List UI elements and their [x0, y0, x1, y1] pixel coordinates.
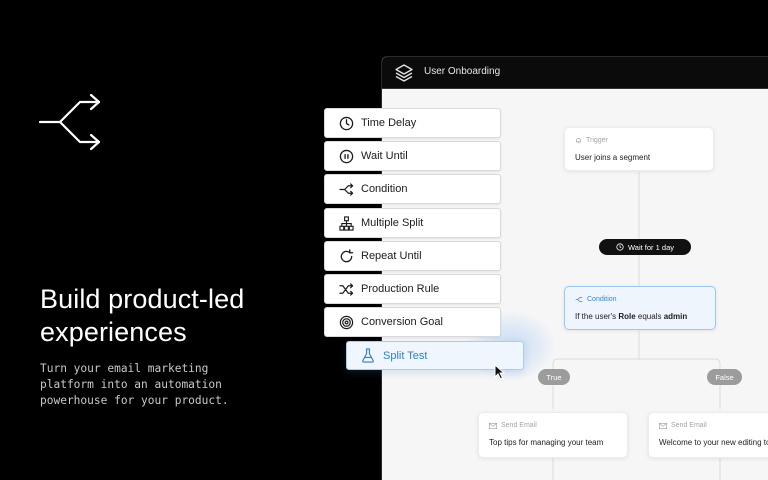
pause-circle-icon: [338, 148, 354, 164]
action-repeat-until[interactable]: Repeat Until: [324, 241, 501, 271]
hierarchy-icon: [338, 215, 354, 231]
shuffle-icon: [338, 281, 354, 297]
branch-true-pill: True: [538, 369, 570, 385]
branch-false-pill: False: [707, 369, 742, 385]
target-icon: [338, 314, 354, 330]
mouse-cursor-icon: [494, 364, 506, 380]
workflow-title: User Onboarding: [424, 66, 501, 77]
condition-operator: equals: [635, 312, 664, 321]
flask-icon: [360, 348, 376, 364]
mail-icon: [659, 422, 667, 429]
email-left-kicker: Send Email: [501, 422, 537, 429]
split-arrows-icon: [38, 94, 101, 151]
action-label: Repeat Until: [361, 250, 422, 262]
branch-false-label: False: [715, 372, 734, 382]
wait-delay-pill[interactable]: Wait for 1 day: [599, 239, 691, 255]
action-label: Split Test: [383, 349, 428, 362]
trigger-kicker: Trigger: [586, 137, 608, 144]
clock-icon: [338, 115, 354, 131]
bell-icon: [576, 138, 581, 144]
editor-titlebar: User Onboarding: [382, 57, 768, 89]
clock-icon: [616, 243, 624, 251]
branch-icon: [338, 181, 354, 197]
email-right-kicker: Send Email: [671, 422, 707, 429]
action-conversion-goal[interactable]: Conversion Goal: [324, 307, 501, 337]
branch-icon: [575, 297, 583, 302]
condition-text: If the user's Role equals admin: [575, 312, 687, 321]
action-time-delay[interactable]: Time Delay: [324, 108, 501, 138]
condition-kicker: Condition: [587, 296, 617, 303]
action-wait-until[interactable]: Wait Until: [324, 141, 501, 171]
send-email-node-right[interactable]: Send Email Welcome to your new editing t…: [648, 412, 768, 458]
action-label: Time Delay: [361, 117, 417, 129]
trigger-node[interactable]: Trigger User joins a segment: [564, 127, 714, 171]
condition-prefix: If the user's: [575, 312, 619, 321]
action-label: Multiple Split: [361, 217, 424, 229]
condition-node[interactable]: Condition If the user's Role equals admi…: [564, 286, 716, 330]
email-right-text: Welcome to your new editing too: [659, 438, 768, 447]
hero-headline: Build product-led experiences: [40, 284, 245, 347]
action-label: Wait Until: [361, 150, 408, 162]
condition-field: Role: [618, 312, 636, 321]
wait-delay-label: Wait for 1 day: [628, 242, 674, 252]
send-email-node-left[interactable]: Send Email Top tips for managing your te…: [478, 412, 628, 458]
branch-true-label: True: [546, 372, 562, 382]
refresh-icon: [338, 248, 354, 264]
action-production-rule[interactable]: Production Rule: [324, 274, 501, 304]
condition-value: admin: [663, 312, 688, 321]
trigger-text: User joins a segment: [575, 153, 651, 162]
action-multiple-split[interactable]: Multiple Split: [324, 208, 501, 238]
email-left-text: Top tips for managing your team: [489, 438, 604, 447]
hero-subtext: Turn your email marketing platform into …: [40, 362, 229, 407]
action-label: Conversion Goal: [361, 316, 443, 328]
mail-icon: [489, 422, 497, 429]
layers-icon: [395, 64, 413, 82]
action-label: Condition: [361, 183, 408, 195]
action-condition[interactable]: Condition: [324, 174, 501, 204]
action-label: Production Rule: [361, 283, 440, 295]
